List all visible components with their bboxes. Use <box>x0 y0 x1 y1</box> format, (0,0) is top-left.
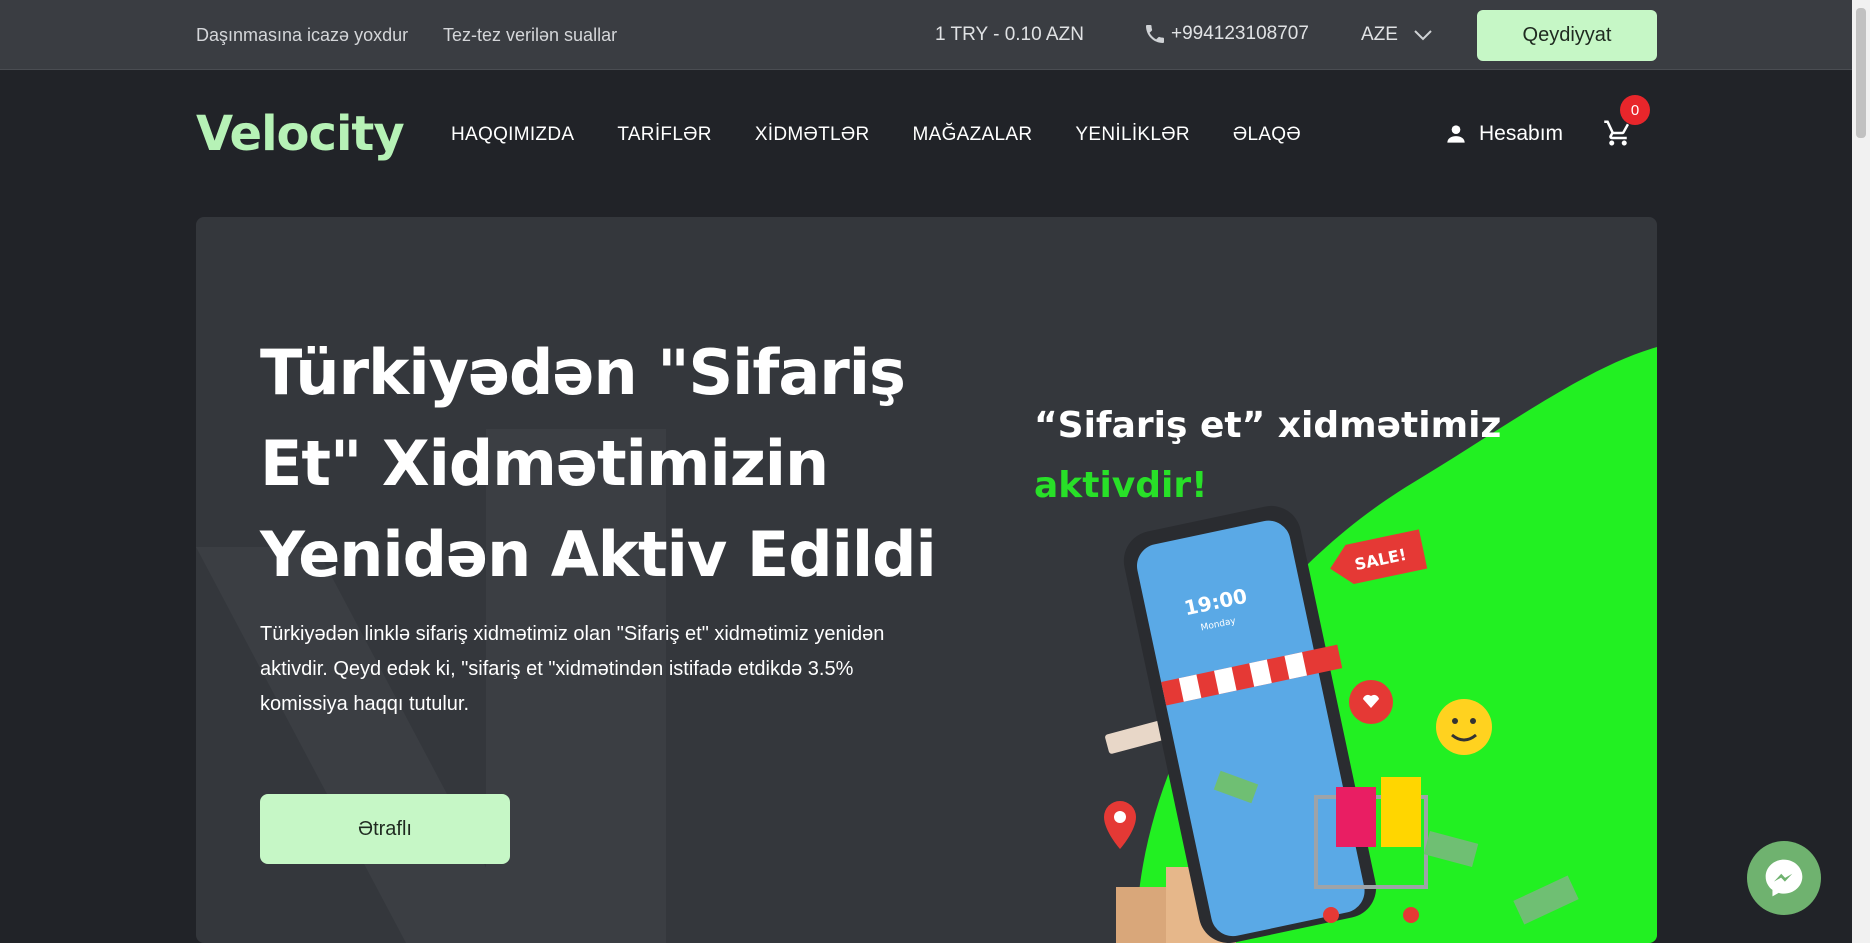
exchange-rate: 1 TRY - 0.10 AZN <box>935 24 1084 45</box>
phone-number: +994123108707 <box>1171 23 1309 44</box>
nav-item-tariffs[interactable]: TARİFLƏR <box>617 124 711 146</box>
account-link[interactable]: Hesabım <box>1443 121 1563 147</box>
page-scrollbar[interactable] <box>1852 0 1870 943</box>
hero-description: Türkiyədən linklə sifariş xidmətimiz ola… <box>260 623 885 715</box>
account-label: Hesabım <box>1479 122 1564 145</box>
nav-item-stores[interactable]: MAĞAZALAR <box>913 124 1033 146</box>
more-button[interactable]: Ətraflı <box>260 794 510 864</box>
language-select[interactable]: AZE <box>1361 24 1432 46</box>
main-nav: HAQQIMIZDA TARİFLƏR XİDMƏTLƏR MAĞAZALAR … <box>451 124 1301 146</box>
nav-item-contact[interactable]: ƏLAQƏ <box>1233 124 1301 146</box>
phone-contact[interactable]: +994123108707 <box>1143 22 1309 46</box>
user-icon <box>1447 125 1465 143</box>
language-value: AZE <box>1361 24 1398 45</box>
top-bar: Daşınmasına icazə yoxdur Tez-tez verilən… <box>0 0 1852 70</box>
chevron-down-icon <box>1414 30 1432 41</box>
nav-item-news[interactable]: YENİLİKLƏR <box>1075 124 1189 146</box>
scrollbar-thumb[interactable] <box>1856 8 1866 138</box>
nav-item-services[interactable]: XİDMƏTLƏR <box>755 124 870 146</box>
cart-count-badge: 0 <box>1620 95 1650 125</box>
link-faq[interactable]: Tez-tez verilən suallar <box>443 25 617 46</box>
messenger-icon <box>1765 859 1803 897</box>
nav-item-about[interactable]: HAQQIMIZDA <box>451 124 574 146</box>
messenger-chat-button[interactable] <box>1747 841 1821 915</box>
hero-title: Türkiyədən "Sifariş Et" Xidmətimizin Yen… <box>260 336 937 591</box>
promo-image: 19:00 Monday SALE! “Sifariş et” xidmətim… <box>986 347 1657 943</box>
hero-banner: Türkiyədən "Sifariş Et" Xidmətimizin Yen… <box>196 217 1657 943</box>
register-button[interactable]: Qeydiyyat <box>1477 10 1657 61</box>
promo-subheading: aktivdir! <box>1034 465 1208 506</box>
phone-icon <box>1146 25 1164 43</box>
logo[interactable]: Velocity <box>196 106 405 162</box>
link-prohibited-items[interactable]: Daşınmasına icazə yoxdur <box>196 25 408 46</box>
promo-heading: “Sifariş et” xidmətimiz <box>1034 405 1502 446</box>
